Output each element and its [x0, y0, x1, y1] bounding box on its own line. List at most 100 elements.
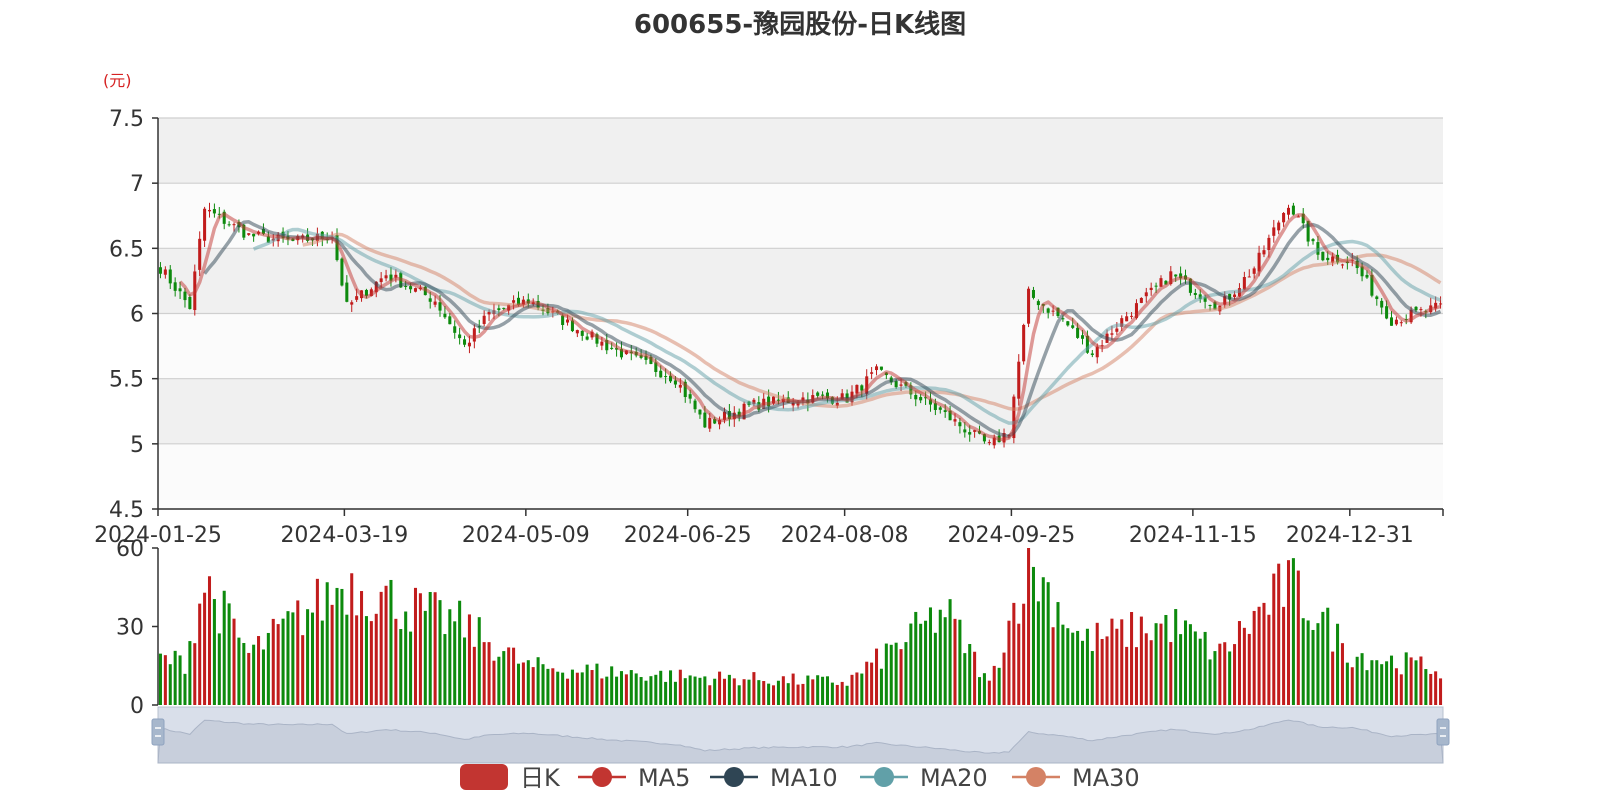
candle-body [438, 302, 442, 311]
volume-bar [526, 660, 530, 705]
candle-body [1046, 308, 1050, 313]
legend-item-ma10[interactable]: MA10 [710, 764, 838, 792]
volume-bar [664, 681, 668, 705]
volume-bar [1071, 632, 1075, 705]
volume-bar [928, 607, 932, 705]
volume-bar [933, 632, 937, 705]
volume-bar [703, 676, 707, 705]
volume-bar [953, 618, 957, 705]
volume-bar [575, 672, 579, 705]
volume-bar [492, 660, 496, 705]
volume-bar [291, 612, 295, 705]
volume-bar [1105, 636, 1109, 705]
y-tick-label: 6.5 [109, 237, 144, 262]
data-zoom-slider[interactable] [151, 706, 1450, 764]
legend-item-ma20[interactable]: MA20 [860, 764, 988, 792]
candle [1012, 394, 1016, 444]
volume-bar [384, 585, 388, 705]
volume-bar [1130, 612, 1134, 705]
legend-marker-icon [1026, 767, 1046, 787]
volume-bar [315, 578, 319, 705]
candle-body [232, 224, 236, 226]
volume-bar [806, 675, 810, 705]
volume-bar [1301, 618, 1305, 705]
volume-bar [1169, 642, 1173, 705]
volume-bar [718, 671, 722, 705]
candle-body [575, 330, 579, 334]
candle-body [1174, 274, 1178, 277]
volume-bar [1272, 573, 1276, 705]
volume-bar [1198, 638, 1202, 705]
volume-bar [585, 664, 589, 705]
legend-item-ma30[interactable]: MA30 [1012, 764, 1140, 792]
zoom-handle-right[interactable] [1436, 718, 1450, 746]
volume-bar [502, 651, 506, 705]
volume-bar [1360, 653, 1364, 705]
candle-body [1394, 319, 1398, 325]
volume-bar [404, 611, 408, 705]
candle-body [855, 384, 859, 394]
volume-bar [884, 643, 888, 705]
volume-bar [1409, 657, 1413, 705]
volume-bar [968, 644, 972, 705]
volume-bar [997, 667, 1001, 705]
volume-bar [865, 661, 869, 705]
volume-bar [982, 673, 986, 705]
volume-bar [688, 675, 692, 705]
volume-bar [242, 643, 246, 705]
candle-body [1139, 297, 1143, 303]
volume-bar [1419, 656, 1423, 705]
volume-series [158, 548, 1443, 705]
legend: 日K MA5 MA10 MA20 MA30 [460, 764, 1140, 792]
candle-body [1321, 251, 1325, 261]
candle-body [453, 326, 457, 333]
candle-body [870, 372, 874, 374]
volume-bar [1159, 623, 1163, 705]
volume-bar [1345, 662, 1349, 705]
legend-marker-icon [592, 767, 612, 787]
volume-bar [1051, 627, 1055, 705]
candle-body [1340, 264, 1344, 266]
legend-item-k[interactable]: 日K [460, 764, 561, 792]
candle-body [384, 275, 388, 279]
volume-bar [1041, 577, 1045, 705]
volume-bar [364, 616, 368, 705]
volume-bar [1414, 660, 1418, 705]
volume-bar [1188, 624, 1192, 705]
volume-bar [1380, 664, 1384, 705]
candle-body [502, 307, 506, 309]
volume-bar [1247, 633, 1251, 705]
volume-bar [409, 631, 413, 705]
zoom-handle-left[interactable] [151, 718, 165, 746]
volume-bar [610, 666, 614, 705]
volume-bar [722, 678, 726, 705]
volume-bar [845, 685, 849, 705]
candle-body [1380, 300, 1384, 308]
volume-bar [1002, 652, 1006, 705]
legend-item-ma5[interactable]: MA5 [578, 764, 690, 792]
volume-bar [306, 609, 310, 705]
volume-bar [1149, 640, 1153, 705]
candle-body [1110, 333, 1114, 335]
volume-bar [310, 612, 315, 705]
candle-body [580, 330, 584, 336]
volume-bar [1076, 630, 1080, 705]
candle-body [879, 366, 883, 370]
candle-body [1090, 353, 1094, 355]
volume-bar [203, 592, 207, 705]
volume-bar [1066, 628, 1070, 705]
candle-body [1247, 276, 1251, 278]
volume-bar [360, 591, 364, 705]
volume-bar [1291, 558, 1295, 705]
candle-body [688, 394, 692, 399]
volume-bar [163, 655, 167, 705]
price-band [158, 118, 1443, 184]
volume-bar [708, 685, 712, 705]
candle-body [987, 442, 991, 444]
volume-bar [1336, 623, 1340, 705]
volume-bar [1399, 674, 1403, 705]
volume-bar [737, 685, 741, 705]
volume-bar [252, 644, 256, 705]
volume-bar [271, 618, 275, 705]
legend-label: 日K [520, 764, 561, 792]
